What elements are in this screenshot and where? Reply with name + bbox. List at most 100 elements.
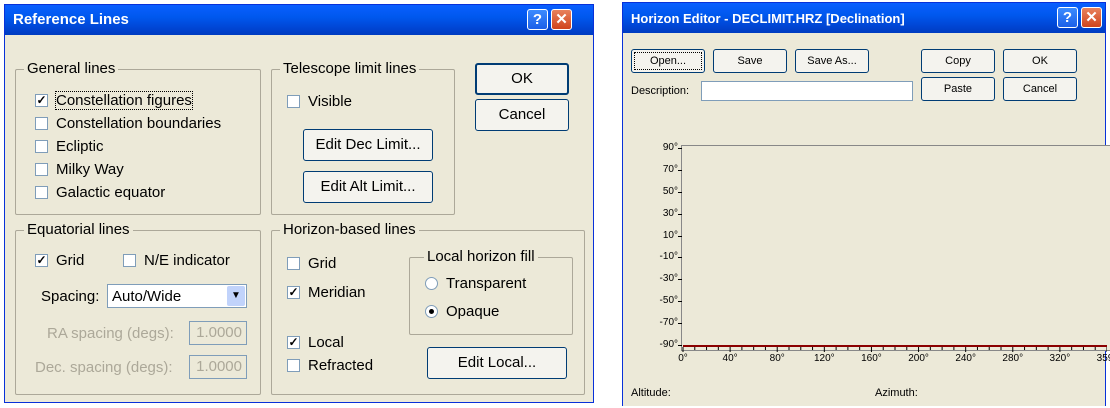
paste-button[interactable]: Paste	[921, 77, 995, 101]
cancel-button[interactable]: Cancel	[1003, 77, 1077, 101]
meridian-checkbox[interactable]: ✓ Meridian	[287, 284, 366, 301]
x-tick-label: 80°	[769, 353, 785, 364]
check-icon: ✓	[35, 93, 48, 107]
ok-button[interactable]: OK	[1003, 49, 1077, 73]
local-horizon-fill-group: Local horizon fill	[409, 248, 573, 335]
close-button[interactable]: ✕	[551, 9, 572, 30]
title-bar: Reference Lines ? ✕	[5, 5, 593, 35]
equatorial-grid-checkbox[interactable]: ✓ Grid	[35, 252, 84, 269]
y-tick-mark	[678, 279, 682, 281]
y-tick-mark	[678, 213, 682, 215]
azimuth-readout: Azimuth:	[875, 387, 918, 399]
y-tick-label: 30°	[662, 207, 678, 219]
y-tick-label: 50°	[662, 185, 678, 197]
y-tick-label: 10°	[662, 229, 678, 241]
y-tick-label: -30°	[659, 273, 678, 285]
checkbox-label: Constellation figures	[55, 91, 193, 110]
checkbox-label: Ecliptic	[56, 138, 104, 155]
general-lines-legend: General lines	[24, 60, 119, 77]
description-input[interactable]	[701, 81, 913, 101]
y-tick-label: -50°	[659, 295, 678, 307]
checkbox-box	[287, 359, 300, 372]
y-tick-label: 70°	[662, 163, 678, 175]
edit-dec-limit-button[interactable]: Edit Dec Limit...	[303, 129, 433, 161]
ra-spacing-field[interactable]: 1.0000	[189, 321, 247, 345]
y-tick-mark	[678, 323, 682, 325]
save-button[interactable]: Save	[713, 49, 787, 73]
help-button[interactable]: ?	[527, 9, 548, 30]
checkbox-label: Grid	[308, 255, 337, 272]
radio-circle	[425, 277, 438, 290]
horizon-grid-checkbox[interactable]: Grid	[287, 255, 336, 272]
description-label: Description:	[631, 85, 690, 97]
equatorial-lines-legend: Equatorial lines	[24, 221, 133, 238]
visible-checkbox[interactable]: Visible	[287, 93, 352, 110]
check-icon: ✓	[35, 253, 48, 267]
checkbox-label: Milky Way	[56, 161, 124, 178]
checkbox-box	[35, 117, 48, 130]
title-bar: Horizon Editor - DECLIMIT.HRZ [Declinati…	[623, 3, 1105, 33]
galactic-equator-checkbox[interactable]: Galactic equator	[35, 184, 165, 201]
radio-label: Opaque	[446, 303, 500, 320]
radio-circle	[425, 305, 438, 318]
checkbox-label: Refracted	[308, 357, 374, 374]
checkbox-box	[287, 95, 300, 108]
y-tick-mark	[678, 301, 682, 303]
edit-local-button[interactable]: Edit Local...	[427, 347, 567, 379]
y-tick-mark	[678, 235, 682, 237]
checkbox-label: Grid	[56, 252, 85, 269]
checkbox-box	[35, 186, 48, 199]
local-checkbox[interactable]: ✓ Local	[287, 334, 344, 351]
dec-spacing-field[interactable]: 1.0000	[189, 355, 247, 379]
opaque-radio[interactable]: Opaque	[425, 303, 499, 320]
checkbox-box	[123, 254, 136, 267]
checkbox-label: Constellation boundaries	[56, 115, 222, 132]
copy-button[interactable]: Copy	[921, 49, 995, 73]
constellation-boundaries-checkbox[interactable]: Constellation boundaries	[35, 115, 221, 132]
ok-button[interactable]: OK	[475, 63, 569, 95]
checkbox-label: Meridian	[308, 284, 366, 301]
radio-label: Transparent	[446, 275, 527, 292]
y-tick-mark	[678, 148, 682, 149]
ne-indicator-checkbox[interactable]: N/E indicator	[123, 252, 230, 269]
constellation-figures-checkbox[interactable]: ✓ Constellation figures	[35, 91, 193, 110]
y-tick-label: 90°	[662, 142, 678, 153]
local-horizon-fill-legend: Local horizon fill	[424, 248, 538, 265]
dialog-title: Horizon Editor - DECLIMIT.HRZ [Declinati…	[631, 11, 905, 26]
spacing-select-value: Auto/Wide	[112, 288, 182, 305]
checkbox-label: Local	[308, 334, 344, 351]
y-tick-mark	[678, 191, 682, 193]
ra-spacing-label: RA spacing (degs):	[47, 325, 174, 342]
chevron-down-icon[interactable]: ▼	[227, 286, 245, 306]
save-as-button[interactable]: Save As...	[795, 49, 869, 73]
spacing-label: Spacing:	[41, 288, 100, 305]
checkbox-box	[35, 163, 48, 176]
check-icon: ✓	[287, 285, 300, 299]
refracted-checkbox[interactable]: Refracted	[287, 357, 373, 374]
milky-way-checkbox[interactable]: Milky Way	[35, 161, 124, 178]
open-button[interactable]: Open...	[631, 49, 705, 73]
telescope-limit-legend: Telescope limit lines	[280, 60, 420, 77]
ecliptic-checkbox[interactable]: Ecliptic	[35, 138, 104, 155]
spacing-select[interactable]: Auto/Wide ▼	[107, 284, 247, 308]
x-tick-label: 320°	[1049, 353, 1071, 364]
transparent-radio[interactable]: Transparent	[425, 275, 526, 292]
cancel-button[interactable]: Cancel	[475, 99, 569, 131]
y-tick-mark	[678, 169, 682, 171]
horizon-plot[interactable]	[681, 145, 1110, 351]
checkbox-box	[35, 140, 48, 153]
x-tick-label: 280°	[1002, 353, 1024, 364]
close-button[interactable]: ✕	[1081, 7, 1102, 28]
x-tick-label: 160°	[861, 353, 882, 364]
y-tick-mark	[678, 345, 682, 346]
x-tick-label: 200°	[908, 353, 929, 364]
x-tick-label: 359°	[1096, 353, 1110, 364]
dialog-title: Reference Lines	[13, 11, 129, 28]
x-tick-label: 120°	[813, 353, 835, 364]
y-tick-label: -90°	[659, 339, 678, 350]
checkbox-box	[287, 257, 300, 270]
edit-alt-limit-button[interactable]: Edit Alt Limit...	[303, 171, 433, 203]
help-button[interactable]: ?	[1057, 7, 1078, 28]
horizon-editor-dialog: Horizon Editor - DECLIMIT.HRZ [Declinati…	[622, 2, 1110, 406]
x-tick-label: 0°	[678, 353, 688, 364]
